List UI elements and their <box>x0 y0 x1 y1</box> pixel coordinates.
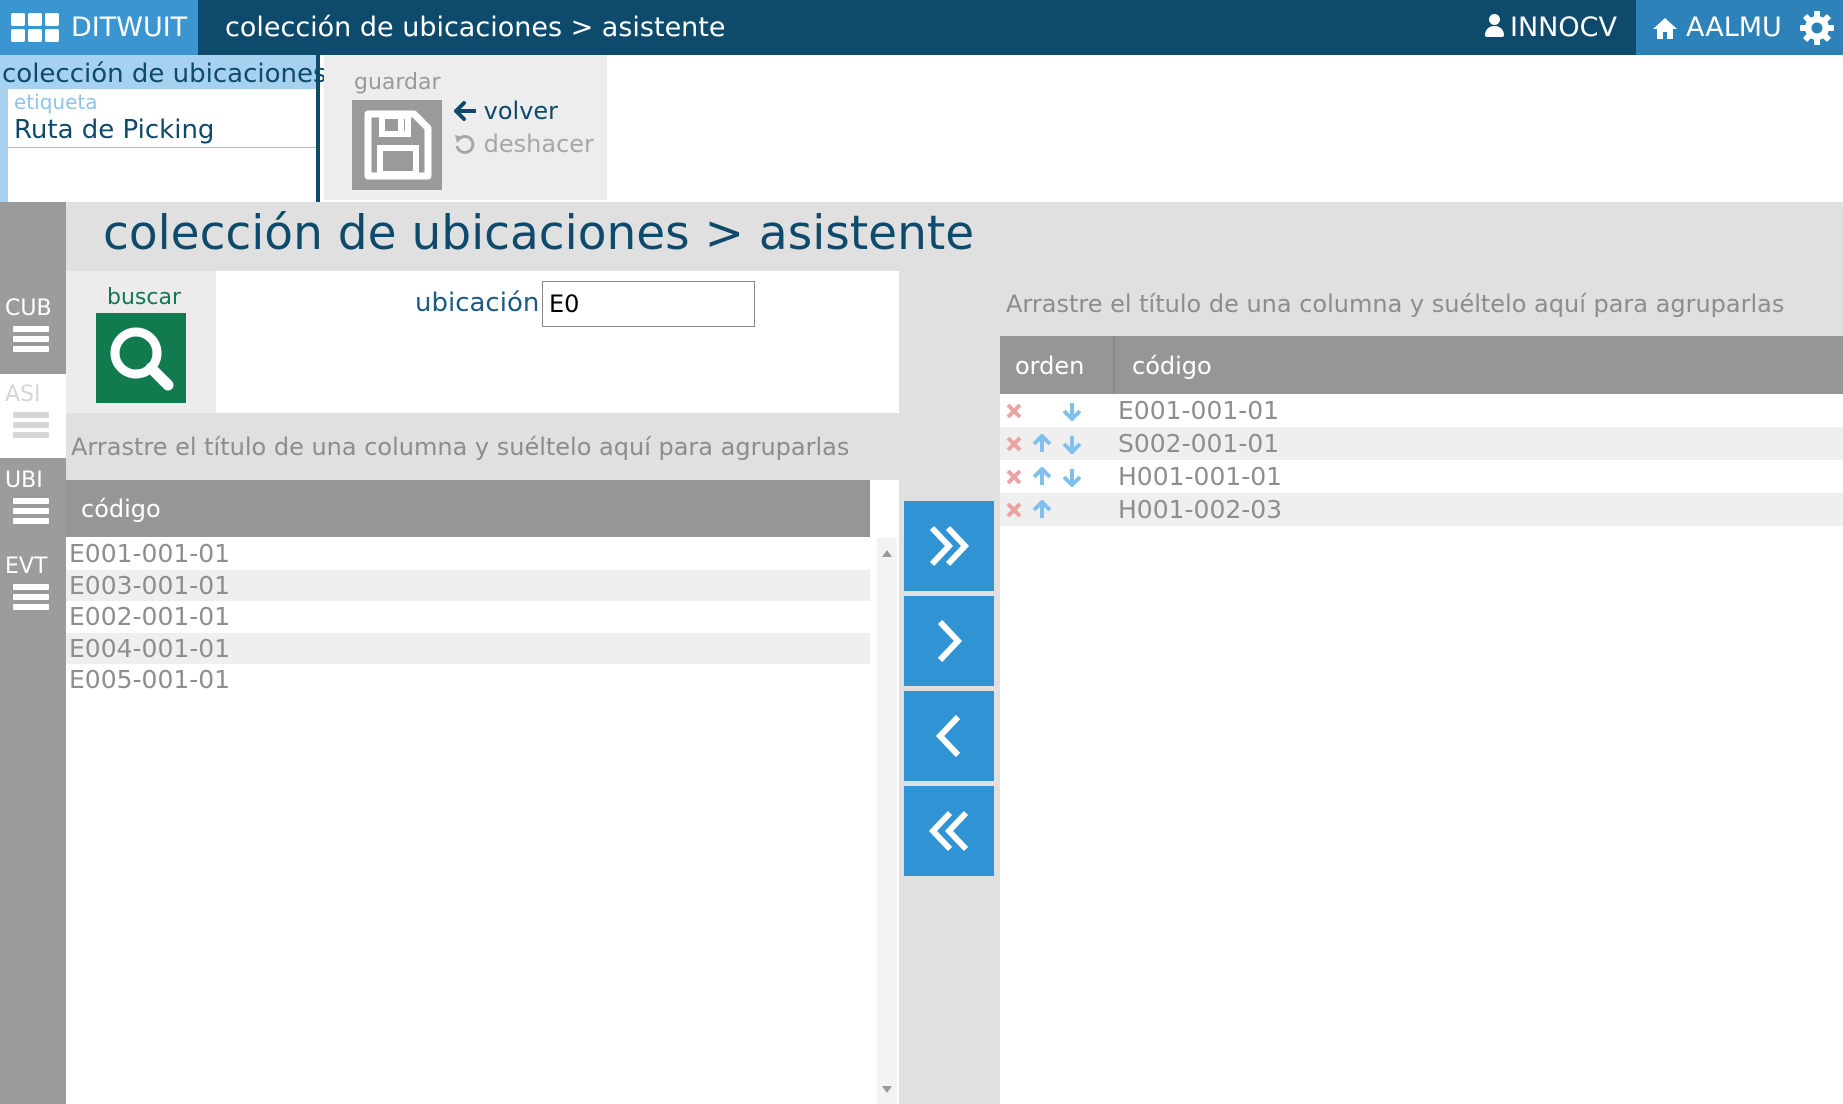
move-all-right-button[interactable] <box>904 501 994 591</box>
left-group-hint[interactable]: Arrastre el título de una columna y suél… <box>71 433 849 461</box>
right-grid-header: orden código <box>1000 336 1843 394</box>
server-icon <box>13 584 49 610</box>
undo-icon <box>455 134 475 154</box>
field-underline <box>8 147 316 148</box>
arrow-up-icon[interactable] <box>1031 467 1053 487</box>
panel-accent-bar <box>0 89 8 202</box>
search-button[interactable] <box>96 313 186 403</box>
search-area: buscar ubicación <box>66 271 899 413</box>
collection-panel-heading: colección de ubicaciones <box>0 55 327 89</box>
save-label: guardar <box>354 70 441 95</box>
undo-label: deshacer <box>483 130 594 158</box>
nav-item-label: CUB <box>5 296 52 321</box>
app-name: DITWUIT <box>71 12 188 43</box>
label-field-value[interactable]: Ruta de Picking <box>14 115 214 145</box>
row-code: S002-001-01 <box>1118 429 1280 458</box>
selected-locations-grid: orden código E001-001-01 S002-001-01 H00… <box>1000 336 1843 1104</box>
row-code: H001-001-01 <box>1118 462 1283 491</box>
right-group-hint[interactable]: Arrastre el título de una columna y suél… <box>1006 290 1784 318</box>
table-row[interactable]: E005-001-01 <box>66 664 870 696</box>
search-icon <box>110 327 174 391</box>
table-row[interactable]: S002-001-01 <box>1000 427 1843 460</box>
arrow-down-icon[interactable] <box>1061 401 1083 421</box>
table-row[interactable]: E003-001-01 <box>66 569 870 601</box>
nav-item-label: UBI <box>5 468 43 493</box>
save-button[interactable] <box>352 100 442 190</box>
topbar-title: colección de ubicaciones > asistente <box>225 12 726 43</box>
search-label: buscar <box>107 285 181 310</box>
back-label: volver <box>483 97 559 125</box>
nav-item-evt[interactable]: EVT <box>0 546 66 630</box>
double-chevron-right-icon <box>929 525 970 567</box>
table-row[interactable]: E002-001-01 <box>66 601 870 633</box>
user-icon <box>1484 14 1504 38</box>
move-left-button[interactable] <box>904 691 994 781</box>
delete-icon[interactable] <box>1005 402 1023 420</box>
top-bar: DITWUIT colección de ubicaciones > asist… <box>0 0 1843 55</box>
column-header-code[interactable]: código <box>1132 352 1212 380</box>
column-header-order[interactable]: orden <box>1015 352 1084 380</box>
arrow-up-icon[interactable] <box>1031 500 1053 520</box>
location-field-label: ubicación <box>415 288 540 318</box>
search-button-wrap: buscar <box>66 271 216 413</box>
double-chevron-left-icon <box>928 810 969 852</box>
scroll-up-icon[interactable] <box>882 550 892 557</box>
label-field-label: etiqueta <box>14 90 98 114</box>
chevron-left-icon <box>935 714 961 758</box>
user-menu[interactable]: INNOCV <box>1484 12 1617 43</box>
location-input[interactable] <box>542 281 755 327</box>
chevron-right-icon <box>937 619 963 663</box>
server-icon <box>13 326 49 352</box>
column-header-code[interactable]: código <box>81 495 161 523</box>
actions-panel: guardar volver deshacer <box>324 55 607 200</box>
arrow-left-icon <box>454 101 477 121</box>
available-locations-grid: código E001-001-01 E003-001-01 E002-001-… <box>66 480 899 1104</box>
user-name: INNOCV <box>1510 12 1617 43</box>
table-row[interactable]: E004-001-01 <box>66 632 870 664</box>
row-code: E001-001-01 <box>1118 396 1280 425</box>
panel-divider <box>316 55 320 202</box>
table-row[interactable]: H001-002-03 <box>1000 493 1843 526</box>
left-grid-scrollbar[interactable] <box>874 538 899 1104</box>
apps-grid-icon <box>11 13 59 43</box>
server-icon <box>13 412 49 438</box>
arrow-down-icon[interactable] <box>1061 467 1083 487</box>
company-button[interactable]: AALMU <box>1636 0 1790 55</box>
scroll-down-icon[interactable] <box>882 1086 892 1093</box>
home-icon <box>1653 18 1677 39</box>
page-title: colección de ubicaciones > asistente <box>103 206 975 261</box>
back-link[interactable]: volver <box>454 97 558 125</box>
undo-link[interactable]: deshacer <box>454 130 594 158</box>
right-grid-rows: E001-001-01 S002-001-01 H001-001-01 H001… <box>1000 394 1843 526</box>
app-menu-button[interactable]: DITWUIT <box>0 0 198 55</box>
side-nav: CUB ASI UBI EVT <box>0 202 66 1104</box>
settings-button[interactable] <box>1790 0 1843 55</box>
nav-item-asi[interactable]: ASI <box>0 374 66 458</box>
column-divider <box>1113 336 1115 394</box>
arrow-down-icon[interactable] <box>1061 434 1083 454</box>
delete-icon[interactable] <box>1005 435 1023 453</box>
nav-item-label: ASI <box>5 382 41 407</box>
table-row[interactable]: E001-001-01 <box>66 538 870 570</box>
move-right-button[interactable] <box>904 596 994 686</box>
nav-item-cub[interactable]: CUB <box>0 288 66 372</box>
table-row[interactable]: H001-001-01 <box>1000 460 1843 493</box>
floppy-disk-icon <box>364 110 432 180</box>
move-all-left-button[interactable] <box>904 786 994 876</box>
collection-panel: colección de ubicaciones etiqueta Ruta d… <box>0 55 327 202</box>
left-grid-rows: E001-001-01 E003-001-01 E002-001-01 E004… <box>66 538 870 696</box>
delete-icon[interactable] <box>1005 468 1023 486</box>
left-grid-header[interactable]: código <box>66 480 870 537</box>
server-icon <box>13 498 49 524</box>
scrollbar-track[interactable] <box>877 538 897 1104</box>
gear-icon <box>1800 11 1834 45</box>
table-row[interactable]: E001-001-01 <box>1000 394 1843 427</box>
arrow-up-icon[interactable] <box>1031 434 1053 454</box>
nav-item-ubi[interactable]: UBI <box>0 460 66 544</box>
row-code: H001-002-03 <box>1118 495 1283 524</box>
nav-item-label: EVT <box>5 554 48 579</box>
delete-icon[interactable] <box>1005 501 1023 519</box>
company-name: AALMU <box>1686 12 1782 43</box>
